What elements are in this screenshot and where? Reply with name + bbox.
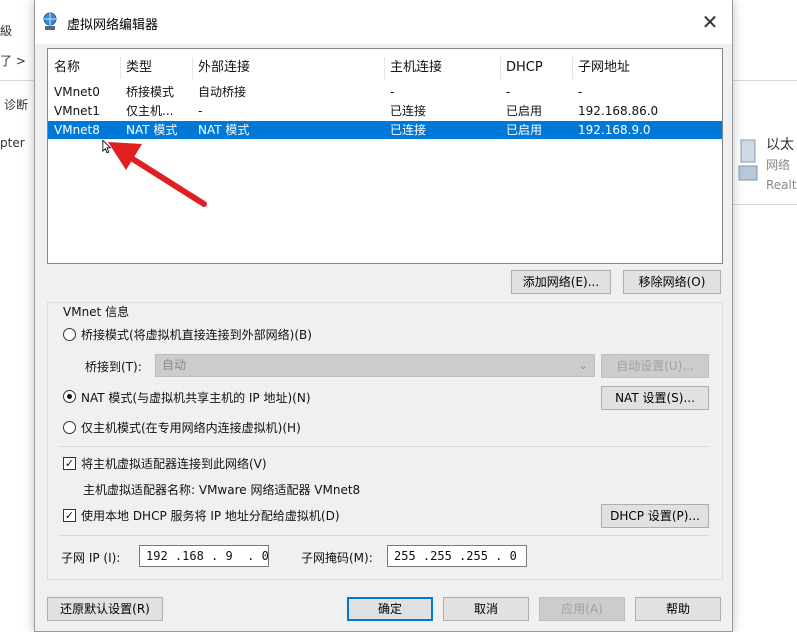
dhcp-settings-button[interactable]: DHCP 设置(P)...: [601, 504, 709, 528]
background-text: 以太: [766, 137, 794, 153]
column-header-external[interactable]: 外部连接: [198, 57, 250, 79]
cell-host: 已连接: [390, 123, 427, 137]
background-text: 了 >: [0, 54, 26, 68]
annotation-arrow-icon: [108, 142, 207, 207]
column-header-name[interactable]: 名称: [54, 57, 80, 79]
bridge-to-select[interactable]: 自动 ⌄: [155, 354, 595, 377]
host-only-mode-radio[interactable]: [63, 421, 76, 434]
cell-host: -: [390, 85, 395, 99]
apply-button[interactable]: 应用(A): [539, 597, 625, 621]
nat-settings-button[interactable]: NAT 设置(S)...: [601, 386, 709, 410]
column-divider[interactable]: [384, 57, 385, 79]
bridged-mode-label[interactable]: 桥接模式(将虚拟机直接连接到外部网络)(B): [81, 326, 312, 343]
background-text: Realt: [766, 178, 797, 192]
cell-dhcp: 已启用: [506, 123, 543, 137]
connect-adapter-checkbox[interactable]: ✓: [63, 457, 76, 470]
subnet-ip-input[interactable]: 192 .168 . 9 . 0: [139, 545, 269, 567]
ok-button[interactable]: 确定: [347, 597, 433, 621]
column-header-dhcp[interactable]: DHCP: [506, 57, 543, 79]
dhcp-checkbox[interactable]: ✓: [63, 509, 76, 522]
background-divider: [733, 80, 797, 81]
background-text: 网络: [766, 158, 791, 172]
background-text: 級: [0, 24, 13, 38]
column-header-type[interactable]: 类型: [126, 57, 152, 79]
connect-adapter-label[interactable]: 将主机虚拟适配器连接到此网络(V): [81, 455, 267, 472]
column-divider[interactable]: [120, 57, 121, 79]
help-button[interactable]: 帮助: [635, 597, 721, 621]
background-divider: [0, 80, 34, 81]
background-divider: [733, 204, 797, 205]
column-header-host[interactable]: 主机连接: [390, 57, 442, 79]
cancel-button[interactable]: 取消: [443, 597, 529, 621]
cell-dhcp: 已启用: [506, 104, 543, 118]
chevron-down-icon: ⌄: [578, 359, 588, 372]
subnet-ip-label: 子网 IP (I):: [61, 551, 121, 565]
divider: [59, 535, 709, 536]
cell-subnet: 192.168.86.0: [578, 104, 659, 118]
list-row-vmnet1[interactable]: VMnet1 仅主机... - 已连接 已启用 192.168.86.0: [48, 102, 722, 120]
dhcp-label[interactable]: 使用本地 DHCP 服务将 IP 地址分配给虚拟机(D): [81, 507, 340, 524]
bridge-to-label: 桥接到(T):: [85, 360, 142, 374]
cell-type: 桥接模式: [126, 85, 175, 99]
network-globe-icon: [43, 12, 57, 30]
cell-type: 仅主机...: [126, 104, 174, 118]
bridged-mode-radio[interactable]: [63, 328, 76, 341]
vmnet-info-group: [47, 302, 723, 580]
cell-dhcp: -: [506, 85, 511, 99]
cell-name: VMnet0: [54, 85, 100, 99]
close-icon: ✕: [701, 10, 719, 34]
network-adapter-icon: [738, 139, 758, 181]
subnet-mask-input[interactable]: 255 .255 .255 . 0: [387, 545, 527, 567]
cell-host: 已连接: [390, 104, 427, 118]
subnet-mask-label: 子网掩码(M):: [301, 551, 373, 565]
nat-mode-radio[interactable]: [63, 390, 76, 403]
virtual-network-editor-dialog: 虚拟网络编辑器 ✕ 名称 类型 外部连接 主机连接 DHCP 子网地址 VMne…: [34, 0, 733, 632]
vmnet-info-title: VMnet 信息: [61, 303, 132, 320]
divider: [59, 446, 709, 447]
column-divider[interactable]: [572, 57, 573, 79]
cell-external: 自动桥接: [198, 85, 247, 99]
title-bar[interactable]: 虚拟网络编辑器 ✕: [35, 0, 732, 44]
cell-name: VMnet1: [54, 104, 100, 118]
nat-mode-label[interactable]: NAT 模式(与虚拟机共享主机的 IP 地址)(N): [81, 389, 311, 406]
adapter-name-label: 主机虚拟适配器名称: VMware 网络适配器 VMnet8: [83, 483, 361, 497]
cell-subnet: 192.168.9.0: [578, 123, 651, 137]
column-divider[interactable]: [500, 57, 501, 79]
restore-defaults-button[interactable]: 还原默认设置(R): [47, 597, 163, 621]
cell-name: VMnet8: [54, 123, 100, 137]
checkmark-icon: ✓: [64, 509, 75, 522]
cell-external: -: [198, 104, 203, 118]
cell-subnet: -: [578, 85, 583, 99]
close-button[interactable]: ✕: [688, 6, 732, 38]
column-header-subnet[interactable]: 子网地址: [578, 57, 630, 79]
bridge-to-value: 自动: [162, 358, 187, 372]
remove-network-button[interactable]: 移除网络(O): [623, 270, 721, 294]
window-title: 虚拟网络编辑器: [67, 18, 159, 33]
checkmark-icon: ✓: [64, 457, 75, 470]
list-row-vmnet0[interactable]: VMnet0 桥接模式 自动桥接 - - -: [48, 83, 722, 101]
background-text: 诊断: [4, 98, 29, 112]
background-text: pter: [0, 136, 25, 150]
column-divider[interactable]: [192, 57, 193, 79]
host-only-mode-label[interactable]: 仅主机模式(在专用网络内连接虚拟机)(H): [81, 419, 301, 436]
add-network-button[interactable]: 添加网络(E)...: [511, 270, 611, 294]
auto-settings-button[interactable]: 自动设置(U)...: [601, 354, 709, 378]
list-header: 名称 类型 外部连接 主机连接 DHCP 子网地址: [48, 57, 722, 79]
